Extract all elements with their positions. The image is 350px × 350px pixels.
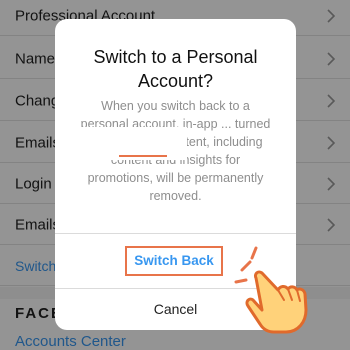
dialog-title: Switch to a Personal Account?: [93, 47, 258, 91]
dialog-divider: [55, 233, 296, 234]
redaction-underline: [119, 155, 167, 157]
switch-back-button[interactable]: Switch Back: [125, 246, 223, 276]
pointing-hand-icon: [234, 246, 308, 334]
